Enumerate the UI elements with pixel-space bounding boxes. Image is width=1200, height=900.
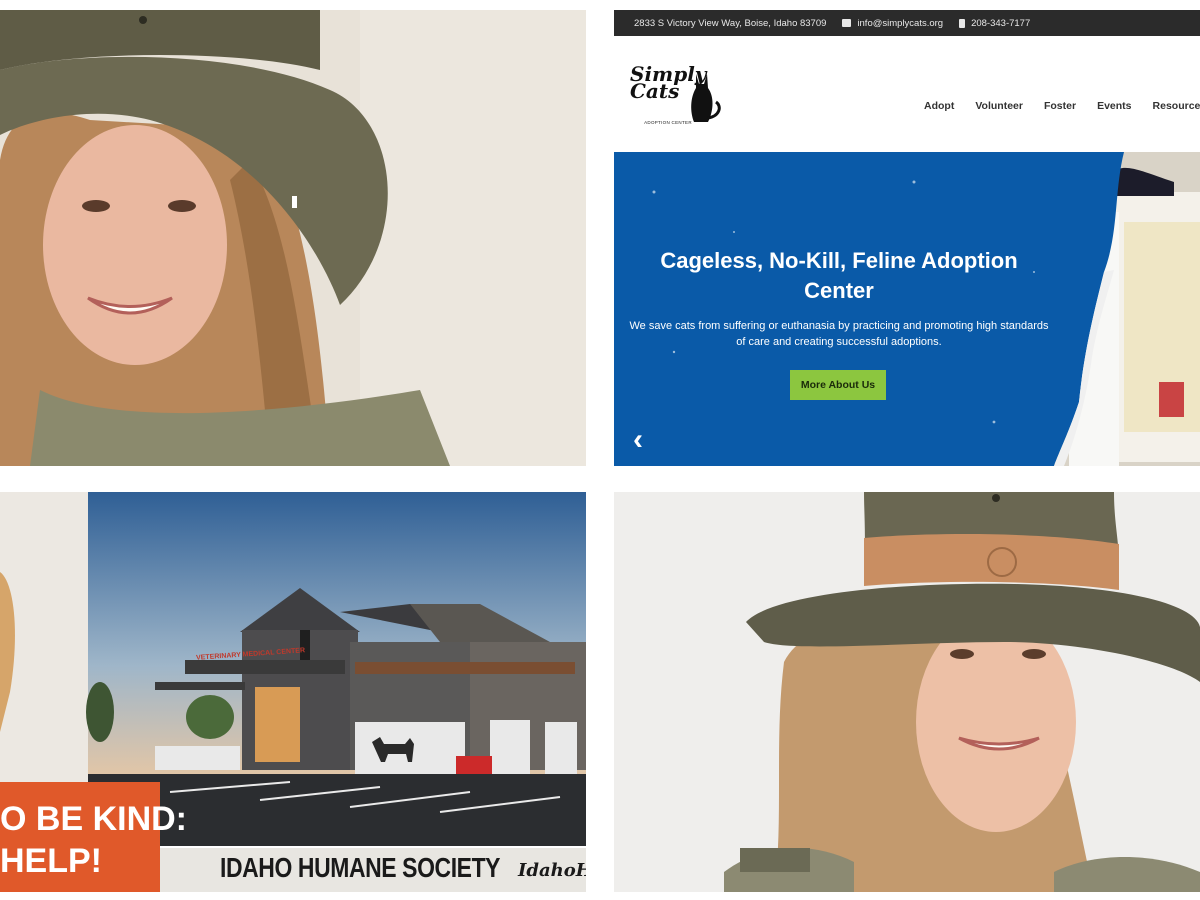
hero-description: We save cats from suffering or euthanasi… bbox=[629, 320, 1049, 348]
address-item: 2833 S Victory View Way, Boise, Idaho 83… bbox=[634, 18, 826, 29]
email-item[interactable]: info@simplycats.org bbox=[842, 18, 943, 29]
humane-society-image: VETERINARY MEDICAL CENTER O BE KIND: HEL… bbox=[0, 492, 586, 892]
site-logo[interactable]: Simply Cats ADOPTION CENTER bbox=[628, 60, 728, 132]
address-text: 2833 S Victory View Way, Boise, Idaho 83… bbox=[634, 17, 827, 29]
logo-subtitle: ADOPTION CENTER bbox=[644, 120, 692, 125]
banner-line-2: HELP! bbox=[0, 842, 102, 880]
phone-icon bbox=[959, 18, 966, 28]
contact-topbar: 2833 S Victory View Way, Boise, Idaho 83… bbox=[614, 10, 1200, 36]
hero-slider: Cageless, No-Kill, Feline Adoption Cente… bbox=[614, 152, 1200, 466]
nav-item-volunteer[interactable]: Volunteer bbox=[975, 100, 1023, 112]
phone-item[interactable]: 208-343-7177 bbox=[959, 18, 1030, 29]
more-about-us-button[interactable]: More About Us bbox=[790, 370, 886, 400]
be-kind-banner: O BE KIND: HELP! bbox=[0, 782, 187, 892]
website-screenshot: 2833 S Victory View Way, Boise, Idaho 83… bbox=[614, 10, 1200, 466]
phone-link[interactable]: 208-343-7177 bbox=[971, 18, 1030, 29]
hero-title: Cageless, No-Kill, Feline Adoption Cente… bbox=[660, 248, 1018, 303]
main-nav: Adopt Volunteer Foster Events Resources bbox=[924, 100, 1200, 112]
org-name: IDAHO HUMANE SOCIETY bbox=[220, 852, 501, 883]
nav-item-resources[interactable]: Resources bbox=[1153, 100, 1200, 112]
nav-item-events[interactable]: Events bbox=[1097, 100, 1131, 112]
portrait-top-image bbox=[0, 10, 586, 466]
envelope-icon bbox=[842, 19, 852, 27]
nav-item-foster[interactable]: Foster bbox=[1044, 100, 1076, 112]
portrait-bottom-image bbox=[614, 492, 1200, 892]
hero-background bbox=[614, 152, 1200, 466]
portrait-photo-top bbox=[0, 10, 586, 466]
org-name-band: IDAHO HUMANE SOCIETY IdahoH bbox=[160, 848, 586, 892]
nav-item-adopt[interactable]: Adopt bbox=[924, 100, 954, 112]
org-url: IdahoH bbox=[518, 860, 586, 881]
banner-line-1: O BE KIND: bbox=[0, 800, 187, 838]
chevron-left-icon[interactable]: ‹ bbox=[626, 422, 650, 458]
email-link[interactable]: info@simplycats.org bbox=[857, 18, 943, 29]
portrait-photo-bottom bbox=[614, 492, 1200, 892]
